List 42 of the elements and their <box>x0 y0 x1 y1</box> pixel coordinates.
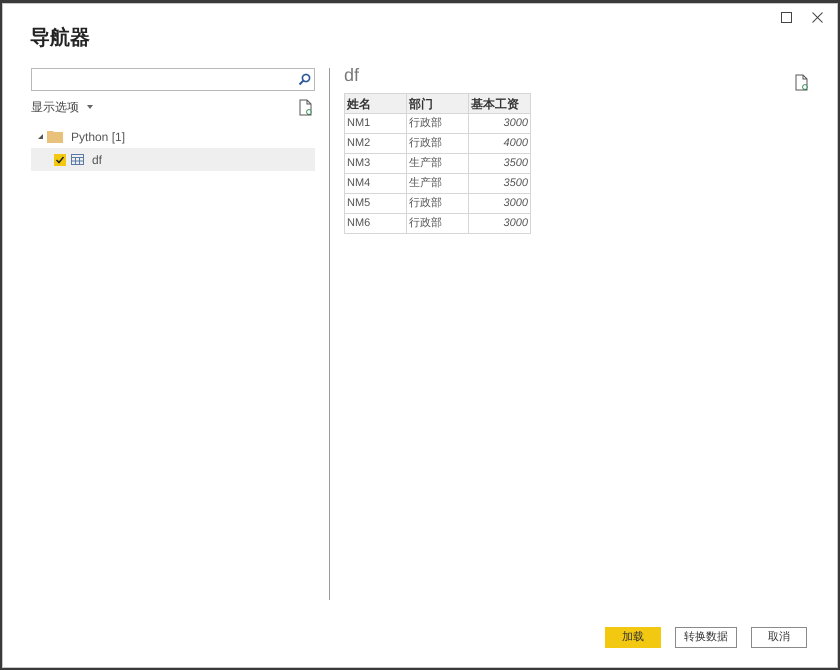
column-header: 部门 <box>406 94 468 114</box>
expand-arrow-icon[interactable] <box>38 134 43 139</box>
table-cell: NM1 <box>344 114 406 134</box>
column-header: 基本工资 <box>468 94 530 114</box>
search-field[interactable] <box>31 68 315 91</box>
folder-icon <box>47 130 63 143</box>
table-cell: NM5 <box>344 194 406 214</box>
dialog-title: 导航器 <box>30 26 90 51</box>
refresh-document-icon[interactable] <box>795 74 809 91</box>
maximize-icon[interactable] <box>781 12 792 22</box>
table-cell: 4000 <box>468 134 530 154</box>
table-cell: 行政部 <box>406 214 468 234</box>
table-cell: NM6 <box>344 214 406 234</box>
table-cell: 3500 <box>468 174 530 194</box>
column-header: 姓名 <box>344 94 406 114</box>
dialog-button[interactable]: 取消 <box>751 627 807 648</box>
table-cell: 行政部 <box>406 194 468 214</box>
table-cell: 3000 <box>468 114 530 134</box>
checkbox[interactable] <box>54 154 66 166</box>
tree-item[interactable]: df <box>31 148 315 171</box>
table-cell: NM3 <box>344 154 406 174</box>
close-icon[interactable] <box>812 12 823 22</box>
table-cell: 3500 <box>468 154 530 174</box>
tree-item[interactable]: Python [1] <box>31 125 315 148</box>
search-icon[interactable] <box>298 73 311 86</box>
tree-item-label: Python [1] <box>71 128 126 146</box>
table-cell: 生产部 <box>406 174 468 194</box>
table-cell: NM2 <box>344 134 406 154</box>
table-cell: 3000 <box>468 194 530 214</box>
dialog-button[interactable]: 转换数据 <box>675 627 737 648</box>
table-cell: 生产部 <box>406 154 468 174</box>
table-cell: 行政部 <box>406 114 468 134</box>
table-cell: 3000 <box>468 214 530 234</box>
refresh-document-icon[interactable] <box>299 98 313 116</box>
table-cell: NM4 <box>344 174 406 194</box>
primary-button[interactable]: 加载 <box>605 627 661 648</box>
display-options-dropdown[interactable]: 显示选项 <box>31 98 93 116</box>
preview-title: df <box>344 64 360 86</box>
table-cell: 行政部 <box>406 134 468 154</box>
tree-item-label: df <box>92 152 102 168</box>
table-icon <box>71 154 84 165</box>
caret-icon <box>87 105 93 109</box>
